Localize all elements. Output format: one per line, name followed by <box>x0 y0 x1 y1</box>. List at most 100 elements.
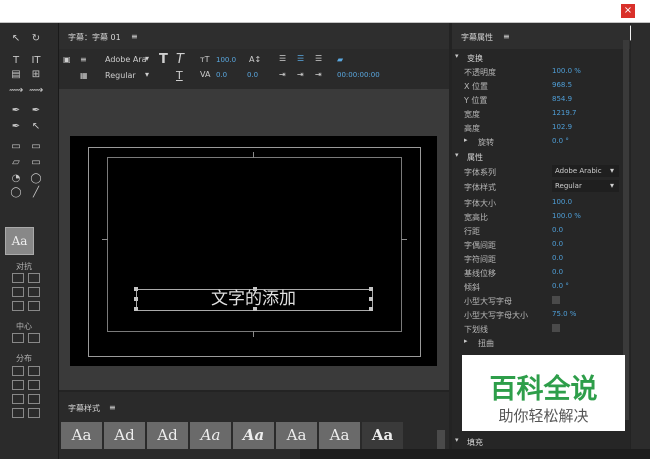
resize-handle-ml[interactable] <box>134 297 138 301</box>
arc-tool-icon[interactable]: ◯ <box>29 173 43 185</box>
add-anchor-tool-icon[interactable]: ✒ <box>9 121 23 133</box>
prop-row-rotation[interactable]: ▸ 旋转 0.0 ° <box>452 135 630 149</box>
rectangle-tool-icon[interactable]: ▭ <box>9 141 23 153</box>
font-style-dropdown[interactable]: Regular <box>105 71 136 80</box>
background-timecode[interactable]: 00:00:00:00 <box>337 71 380 79</box>
distribute-8-icon[interactable] <box>28 408 40 418</box>
font-family-dropdown[interactable]: Adobe Ara <box>105 55 147 64</box>
attributes-section-header[interactable]: ▾ 属性 <box>452 150 630 164</box>
line-tool-icon[interactable]: ╱ <box>29 187 43 199</box>
resize-handle-br[interactable] <box>369 307 373 311</box>
rotation-tool-icon[interactable]: ↻ <box>29 33 43 45</box>
distribute-7-icon[interactable] <box>12 408 24 418</box>
convert-anchor-tool-icon[interactable]: ↖ <box>29 121 43 133</box>
prop-value[interactable]: 100.0 % <box>552 212 581 220</box>
prop-value[interactable]: 102.9 <box>552 123 572 131</box>
pen-tool-icon[interactable]: ✒ <box>9 105 23 117</box>
align-middle-icon[interactable] <box>12 301 24 311</box>
align-right-text-icon[interactable]: ☰ <box>315 54 322 63</box>
resize-handle-tc[interactable] <box>253 287 257 291</box>
prop-value[interactable]: 0.0 ° <box>552 282 569 290</box>
align-bottom-icon[interactable] <box>28 301 40 311</box>
underline-checkbox[interactable] <box>552 324 560 332</box>
distribute-5-icon[interactable] <box>12 394 24 404</box>
roll-crawl-icon[interactable]: ≡ <box>80 55 87 64</box>
align-right-icon[interactable] <box>12 287 24 297</box>
align-left-icon[interactable] <box>12 273 24 283</box>
styles-scrollbar[interactable] <box>437 430 445 450</box>
rounded-rectangle-tool-icon[interactable]: ▭ <box>29 141 43 153</box>
show-background-video-icon[interactable]: ▰ <box>337 55 343 64</box>
resize-handle-mr[interactable] <box>369 297 373 301</box>
style-sample[interactable]: Aa <box>233 422 274 449</box>
distribute-3-icon[interactable] <box>12 380 24 390</box>
style-sample[interactable]: Ad <box>147 422 188 449</box>
italic-icon[interactable]: T <box>176 52 184 67</box>
prop-value[interactable]: 968.5 <box>552 81 572 89</box>
prop-value[interactable]: 75.0 % <box>552 310 576 318</box>
distribute-1-icon[interactable] <box>12 366 24 376</box>
selection-tool-icon[interactable]: ↖ <box>9 33 23 45</box>
prop-value[interactable]: 100.0 % <box>552 67 581 75</box>
tab-stops-2-icon[interactable]: ⇥ <box>297 70 304 79</box>
path-type-tool-icon[interactable]: ⟿ <box>9 85 23 97</box>
fill-section-header[interactable]: ▾ 填充 <box>452 435 630 449</box>
underline-icon[interactable]: T <box>176 69 183 82</box>
align-center-icon[interactable] <box>28 273 40 283</box>
leading-value[interactable]: 0.0 <box>247 71 258 79</box>
distribute-6-icon[interactable] <box>28 394 40 404</box>
font-family-chevron-down-icon[interactable]: ▾ <box>145 54 149 63</box>
distribute-2-icon[interactable] <box>28 366 40 376</box>
styles-menu-icon[interactable]: ≡ <box>109 403 116 412</box>
small-caps-checkbox[interactable] <box>552 296 560 304</box>
prop-value[interactable]: 100.0 <box>552 198 572 206</box>
vertical-type-tool-icon[interactable]: ⅠT <box>29 55 43 67</box>
style-sample[interactable]: Aa <box>61 422 102 449</box>
prop-value[interactable]: 0.0 ° <box>552 137 569 145</box>
distribute-4-icon[interactable] <box>28 380 40 390</box>
prop-value[interactable]: 1219.7 <box>552 109 577 117</box>
prop-value[interactable]: 0.0 <box>552 226 563 234</box>
font-family-select[interactable]: Adobe Arabic <box>552 165 619 177</box>
prop-value[interactable]: 0.0 <box>552 240 563 248</box>
chevron-down-icon[interactable]: ▾ <box>610 166 614 175</box>
tab-stops-icon[interactable]: ⇥ <box>279 70 286 79</box>
font-style-select[interactable]: Regular <box>552 180 619 192</box>
style-swatch[interactable]: Aa <box>5 227 34 255</box>
chevron-down-icon[interactable]: ▾ <box>610 181 614 190</box>
resize-handle-tr[interactable] <box>369 287 373 291</box>
ellipse-tool-icon[interactable]: ◯ <box>9 187 23 199</box>
style-sample[interactable]: Aa <box>362 422 403 449</box>
style-sample[interactable]: Aa <box>276 422 317 449</box>
editor-tab-title[interactable]: 字幕：字幕 01 <box>68 32 121 43</box>
wedge-tool-icon[interactable]: ◔ <box>9 173 23 185</box>
style-sample[interactable]: Ad <box>104 422 145 449</box>
font-size-value[interactable]: 100.0 <box>216 56 236 64</box>
resize-handle-bl[interactable] <box>134 307 138 311</box>
align-left-text-icon[interactable]: ☰ <box>279 54 286 63</box>
close-button[interactable]: × <box>621 4 635 18</box>
style-sample[interactable]: Aa <box>319 422 360 449</box>
resize-handle-bc[interactable] <box>253 307 257 311</box>
resize-handle-tl[interactable] <box>134 287 138 291</box>
rounded-corner-tool-icon[interactable]: ▭ <box>29 157 43 169</box>
properties-menu-icon[interactable]: ≡ <box>503 32 510 41</box>
vertical-path-type-tool-icon[interactable]: ⟿ <box>29 85 43 97</box>
kerning-value[interactable]: 0.0 <box>216 71 227 79</box>
bold-icon[interactable]: T <box>159 52 168 67</box>
templates-icon[interactable]: ▦ <box>80 71 88 80</box>
new-title-icon[interactable]: ▣ <box>63 55 71 64</box>
type-tool-icon[interactable]: T <box>9 55 23 67</box>
prop-value[interactable]: 0.0 <box>552 268 563 276</box>
align-top-icon[interactable] <box>28 287 40 297</box>
transform-section-header[interactable]: ▾ 变换 <box>452 51 630 65</box>
center-vertical-icon[interactable] <box>28 333 40 343</box>
prop-value[interactable]: 0.0 <box>552 254 563 262</box>
title-canvas[interactable]: 文字的添加 <box>70 136 437 366</box>
style-sample[interactable]: Aa <box>190 422 231 449</box>
editor-menu-icon[interactable]: ≡ <box>131 32 138 41</box>
prop-value[interactable]: 854.9 <box>552 95 572 103</box>
tab-stops-3-icon[interactable]: ⇥ <box>315 70 322 79</box>
clipped-corner-tool-icon[interactable]: ▱ <box>9 157 23 169</box>
font-style-chevron-down-icon[interactable]: ▾ <box>145 70 149 79</box>
